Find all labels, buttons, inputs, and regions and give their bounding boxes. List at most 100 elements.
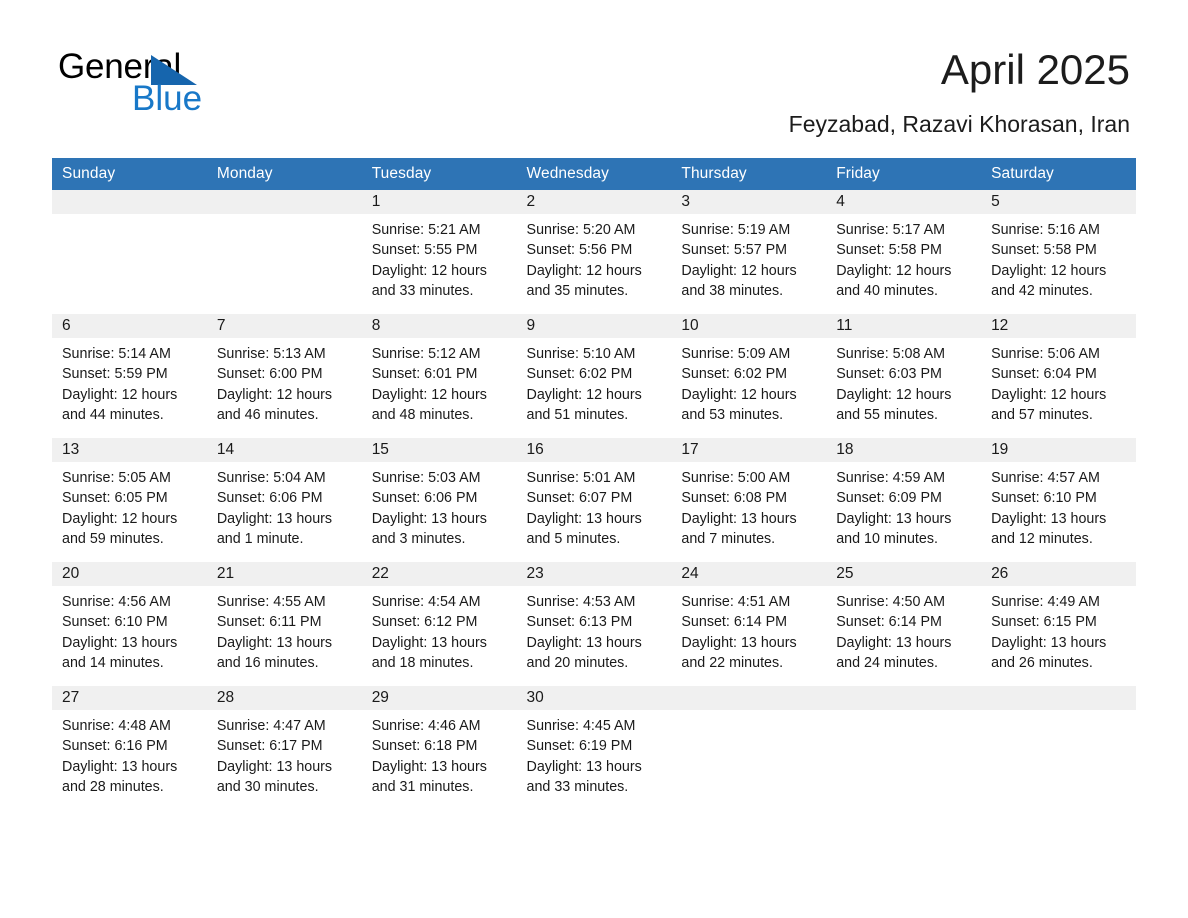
day-cell-inner: [981, 686, 1136, 797]
sunrise-time: Sunrise: 4:57 AM: [991, 470, 1100, 486]
sunrise-time: Sunrise: 5:17 AM: [836, 222, 946, 238]
generalblue-logo[interactable]: General Blue: [58, 48, 258, 118]
day-details: Sunrise: 5:05 AM Sunset: 6:05 PM Daylight:…: [52, 462, 207, 549]
day-number: 10: [671, 314, 827, 338]
calendar-day-cell[interactable]: 6 Sunrise: 5:14 AM Sunset: 5:59 PM Daylight…: [52, 314, 207, 425]
day-cell-inner: 11 Sunrise: 5:08 AM Sunset: 6:03 PM Dayligh…: [826, 314, 982, 425]
day-number: 27: [52, 686, 207, 710]
calendar-day-cell[interactable]: 9 Sunrise: 5:10 AM Sunset: 6:02 PM Daylight…: [516, 314, 672, 425]
calendar-day-cell[interactable]: 23 Sunrise: 4:53 AM Sunset: 6:13 PM Dayligh…: [516, 562, 672, 673]
day-cell-inner: 9 Sunrise: 5:10 AM Sunset: 6:02 PM Daylight…: [516, 314, 672, 425]
week-gap-cell: [52, 673, 1136, 683]
calendar-day-cell[interactable]: 4 Sunrise: 5:17 AM Sunset: 5:58 PM Daylight…: [826, 190, 982, 301]
daylight-duration-line2: and 33 minutes.: [371, 282, 474, 299]
day-cell-inner: 15 Sunrise: 5:03 AM Sunset: 6:06 PM Dayligh…: [361, 438, 517, 549]
day-details: [207, 214, 362, 220]
day-number: 7: [206, 314, 362, 338]
sunrise-time: Sunrise: 4:47 AM: [216, 718, 326, 734]
day-number: 25: [826, 562, 982, 586]
daylight-duration-line1: Daylight: 12 hours: [681, 386, 797, 403]
calendar-day-cell[interactable]: 24 Sunrise: 4:51 AM Sunset: 6:14 PM Dayligh…: [671, 562, 827, 673]
calendar-day-cell[interactable]: 10 Sunrise: 5:09 AM Sunset: 6:02 PM Dayligh…: [671, 314, 827, 425]
calendar-day-cell[interactable]: 29 Sunrise: 4:46 AM Sunset: 6:18 PM Dayligh…: [361, 686, 517, 797]
calendar-day-cell[interactable]: 8 Sunrise: 5:12 AM Sunset: 6:01 PM Daylight…: [361, 314, 517, 425]
day-number: 4: [826, 190, 982, 214]
daylight-duration-line1: Daylight: 13 hours: [62, 758, 178, 775]
calendar-day-cell[interactable]: 13 Sunrise: 5:05 AM Sunset: 6:05 PM Dayligh…: [52, 438, 207, 549]
calendar-day-cell[interactable]: 25 Sunrise: 4:50 AM Sunset: 6:14 PM Dayligh…: [826, 562, 982, 673]
day-cell-inner: [206, 190, 362, 301]
calendar-day-cell[interactable]: 14 Sunrise: 5:04 AM Sunset: 6:06 PM Dayligh…: [206, 438, 362, 549]
sunset-time: Sunset: 6:14 PM: [836, 614, 942, 631]
day-number: 11: [826, 314, 982, 338]
daylight-duration-line2: and 10 minutes.: [836, 530, 938, 547]
day-cell-inner: 16 Sunrise: 5:01 AM Sunset: 6:07 PM Dayligh…: [516, 438, 672, 549]
day-number: 14: [206, 438, 362, 462]
calendar-day-cell[interactable]: 18 Sunrise: 4:59 AM Sunset: 6:09 PM Dayligh…: [826, 438, 982, 549]
daylight-duration-line1: Daylight: 13 hours: [681, 634, 797, 651]
calendar-day-cell[interactable]: 2 Sunrise: 5:20 AM Sunset: 5:56 PM Daylight…: [516, 190, 672, 301]
daylight-duration-line2: and 26 minutes.: [991, 654, 1093, 671]
column-header-friday: Friday: [826, 158, 982, 190]
daylight-duration-line1: Daylight: 12 hours: [62, 386, 178, 403]
day-number: 28: [206, 686, 362, 710]
calendar-day-cell[interactable]: 16 Sunrise: 5:01 AM Sunset: 6:07 PM Dayligh…: [516, 438, 672, 549]
daylight-duration-line1: Daylight: 12 hours: [836, 262, 952, 279]
calendar-day-cell[interactable]: 17 Sunrise: 5:00 AM Sunset: 6:08 PM Dayligh…: [671, 438, 827, 549]
day-cell-inner: 18 Sunrise: 4:59 AM Sunset: 6:09 PM Dayligh…: [826, 438, 982, 549]
day-number: 12: [981, 314, 1136, 338]
daylight-duration-line2: and 28 minutes.: [62, 778, 164, 795]
calendar-day-cell[interactable]: 11 Sunrise: 5:08 AM Sunset: 6:03 PM Dayligh…: [826, 314, 982, 425]
daylight-duration-line1: Daylight: 12 hours: [216, 386, 333, 403]
sunset-time: Sunset: 6:04 PM: [991, 366, 1097, 383]
calendar-day-cell[interactable]: 1 Sunrise: 5:21 AM Sunset: 5:55 PM Daylight…: [361, 190, 517, 301]
day-details: Sunrise: 4:57 AM Sunset: 6:10 PM Daylight:…: [981, 462, 1136, 549]
daylight-duration-line2: and 46 minutes.: [216, 406, 319, 423]
calendar-day-cell[interactable]: 19 Sunrise: 4:57 AM Sunset: 6:10 PM Dayligh…: [981, 438, 1136, 549]
day-number: 1: [361, 190, 517, 214]
day-cell-inner: 2 Sunrise: 5:20 AM Sunset: 5:56 PM Daylight…: [516, 190, 672, 301]
calendar-day-cell[interactable]: 30 Sunrise: 4:45 AM Sunset: 6:19 PM Dayligh…: [516, 686, 672, 797]
calendar-day-cell[interactable]: 5 Sunrise: 5:16 AM Sunset: 5:58 PM Daylight…: [981, 190, 1136, 301]
day-cell-inner: 13 Sunrise: 5:05 AM Sunset: 6:05 PM Dayligh…: [52, 438, 207, 549]
calendar-week-row: 27 Sunrise: 4:48 AM Sunset: 6:16 PM Dayligh…: [52, 686, 1136, 797]
sunrise-time: Sunrise: 4:54 AM: [371, 594, 481, 610]
calendar-header-row: Sunday Monday Tuesday Wednesday Thursday…: [52, 158, 1136, 190]
day-cell-inner: 20 Sunrise: 4:56 AM Sunset: 6:10 PM Dayligh…: [52, 562, 207, 673]
day-details: Sunrise: 4:59 AM Sunset: 6:09 PM Daylight:…: [826, 462, 981, 549]
calendar-day-cell[interactable]: 15 Sunrise: 5:03 AM Sunset: 6:06 PM Dayligh…: [361, 438, 517, 549]
day-number: 6: [52, 314, 207, 338]
sunrise-time: Sunrise: 4:46 AM: [371, 718, 481, 734]
day-cell-inner: 24 Sunrise: 4:51 AM Sunset: 6:14 PM Dayligh…: [671, 562, 827, 673]
calendar-day-cell[interactable]: 12 Sunrise: 5:06 AM Sunset: 6:04 PM Dayligh…: [981, 314, 1136, 425]
sunrise-time: Sunrise: 5:01 AM: [526, 470, 636, 486]
day-cell-inner: [826, 686, 982, 797]
calendar-body: 1 Sunrise: 5:21 AM Sunset: 5:55 PM Daylight…: [52, 190, 1136, 797]
column-header-wednesday: Wednesday: [516, 158, 672, 190]
day-number: 5: [981, 190, 1136, 214]
day-details: Sunrise: 5:14 AM Sunset: 5:59 PM Daylight:…: [52, 338, 207, 425]
daylight-duration-line1: Daylight: 13 hours: [526, 758, 642, 775]
calendar-day-cell[interactable]: 3 Sunrise: 5:19 AM Sunset: 5:57 PM Daylight…: [671, 190, 827, 301]
day-cell-inner: 27 Sunrise: 4:48 AM Sunset: 6:16 PM Dayligh…: [52, 686, 207, 797]
calendar-day-cell[interactable]: 26 Sunrise: 4:49 AM Sunset: 6:15 PM Dayligh…: [981, 562, 1136, 673]
calendar-week-row: 6 Sunrise: 5:14 AM Sunset: 5:59 PM Daylight…: [52, 314, 1136, 425]
column-header-sunday: Sunday: [52, 158, 207, 190]
daylight-duration-line2: and 44 minutes.: [62, 406, 164, 423]
day-details: Sunrise: 5:00 AM Sunset: 6:08 PM Daylight:…: [671, 462, 826, 549]
calendar-day-cell[interactable]: 7 Sunrise: 5:13 AM Sunset: 6:00 PM Daylight…: [206, 314, 362, 425]
day-number: [981, 686, 1136, 710]
day-cell-inner: 19 Sunrise: 4:57 AM Sunset: 6:10 PM Dayligh…: [981, 438, 1136, 549]
day-details: Sunrise: 5:12 AM Sunset: 6:01 PM Daylight:…: [362, 338, 517, 425]
calendar-day-cell[interactable]: 27 Sunrise: 4:48 AM Sunset: 6:16 PM Dayligh…: [52, 686, 207, 797]
week-gap-cell: [52, 301, 1136, 311]
daylight-duration-line2: and 14 minutes.: [62, 654, 164, 671]
calendar-empty-cell: [671, 686, 827, 797]
calendar-day-cell[interactable]: 21 Sunrise: 4:55 AM Sunset: 6:11 PM Dayligh…: [206, 562, 362, 673]
calendar-day-cell[interactable]: 20 Sunrise: 4:56 AM Sunset: 6:10 PM Dayligh…: [52, 562, 207, 673]
calendar-day-cell[interactable]: 28 Sunrise: 4:47 AM Sunset: 6:17 PM Dayligh…: [206, 686, 362, 797]
calendar-day-cell[interactable]: 22 Sunrise: 4:54 AM Sunset: 6:12 PM Dayligh…: [361, 562, 517, 673]
sunrise-time: Sunrise: 5:19 AM: [681, 222, 791, 238]
sunset-time: Sunset: 6:00 PM: [216, 366, 323, 383]
calendar-empty-cell: [52, 190, 207, 301]
